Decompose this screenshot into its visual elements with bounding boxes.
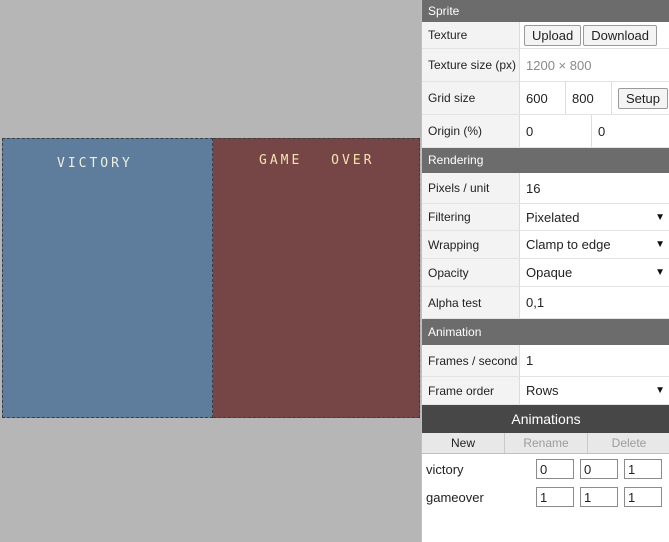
ppu-row: Pixels / unit 16: [422, 173, 669, 204]
texture-size-value: 1200 × 800: [526, 57, 592, 73]
list-item[interactable]: gameover 1 1 1: [422, 483, 669, 511]
upload-button[interactable]: Upload: [524, 24, 582, 46]
list-item[interactable]: victory 0 0 1: [422, 455, 669, 483]
dropdown-arrow-icon: ▼: [655, 267, 665, 278]
rename-animation-button[interactable]: Rename: [505, 433, 588, 453]
speed-input[interactable]: 1: [624, 487, 662, 507]
frame-order-label: Frame order: [422, 377, 520, 404]
speed-input[interactable]: 1: [624, 459, 662, 479]
new-animation-button[interactable]: New: [422, 433, 505, 453]
download-button[interactable]: Download: [583, 24, 658, 46]
opacity-select[interactable]: Opaque ▼: [520, 259, 669, 286]
start-frame-input[interactable]: 1: [536, 487, 574, 507]
animations-header: Animations: [422, 405, 669, 433]
frame-order-select[interactable]: Rows ▼: [520, 377, 669, 404]
dropdown-arrow-icon: ▼: [655, 385, 665, 396]
grid-cell-gameover[interactable]: GAME OVER: [213, 138, 420, 418]
cell-text-gameover: GAME OVER: [259, 153, 375, 168]
delete-animation-button[interactable]: Delete: [588, 433, 669, 453]
setup-button[interactable]: Setup: [618, 87, 668, 109]
origin-x-input[interactable]: 0: [520, 115, 592, 147]
wrapping-select[interactable]: Clamp to edge ▼: [520, 231, 669, 258]
animation-section-header: Animation: [422, 319, 669, 345]
filtering-select[interactable]: Pixelated ▼: [520, 204, 669, 230]
grid-size-label: Grid size: [422, 82, 520, 114]
dropdown-arrow-icon: ▼: [655, 239, 665, 250]
animation-name[interactable]: gameover: [422, 490, 536, 505]
animation-name[interactable]: victory: [422, 462, 536, 477]
animations-list: victory 0 0 1 gameover 1 1 1: [422, 454, 669, 511]
alpha-test-input[interactable]: 0,1: [520, 287, 669, 318]
opacity-row: Opacity Opaque ▼: [422, 259, 669, 287]
sprite-canvas[interactable]: VICTORY GAME OVER: [0, 0, 421, 542]
filtering-label: Filtering: [422, 204, 520, 230]
origin-row: Origin (%) 0 0: [422, 115, 669, 148]
fps-row: Frames / second 1: [422, 345, 669, 377]
frame-order-value: Rows: [526, 383, 559, 398]
origin-y-input[interactable]: 0: [592, 115, 669, 147]
filtering-value: Pixelated: [526, 209, 580, 225]
opacity-label: Opacity: [422, 259, 520, 286]
ppu-input[interactable]: 16: [520, 173, 669, 203]
sprite-sheet: VICTORY GAME OVER: [2, 138, 420, 418]
alpha-test-label: Alpha test: [422, 287, 520, 318]
settings-panel: Sprite Texture Upload Download Texture s…: [421, 0, 669, 542]
grid-width-input[interactable]: 600: [520, 82, 566, 114]
end-frame-input[interactable]: 0: [580, 459, 618, 479]
alpha-test-row: Alpha test 0,1: [422, 287, 669, 319]
texture-size-label: Texture size (px): [422, 49, 520, 81]
start-frame-input[interactable]: 0: [536, 459, 574, 479]
filtering-row: Filtering Pixelated ▼: [422, 204, 669, 231]
fps-input[interactable]: 1: [520, 345, 669, 376]
fps-label: Frames / second: [422, 345, 520, 376]
sprite-section-header: Sprite: [422, 0, 669, 22]
texture-row: Texture Upload Download: [422, 22, 669, 49]
rendering-section-header: Rendering: [422, 148, 669, 173]
wrapping-value: Clamp to edge: [526, 237, 611, 252]
grid-cell-victory[interactable]: VICTORY: [2, 138, 213, 418]
end-frame-input[interactable]: 1: [580, 487, 618, 507]
animations-toolbar: New Rename Delete: [422, 433, 669, 454]
grid-size-row: Grid size 600 800 Setup: [422, 82, 669, 115]
texture-size-row: Texture size (px) 1200 × 800: [422, 49, 669, 82]
opacity-value: Opaque: [526, 265, 573, 280]
wrapping-label: Wrapping: [422, 231, 520, 258]
origin-label: Origin (%): [422, 115, 520, 147]
frame-order-row: Frame order Rows ▼: [422, 377, 669, 405]
texture-label: Texture: [422, 22, 520, 48]
ppu-label: Pixels / unit: [422, 173, 520, 203]
grid-height-input[interactable]: 800: [566, 82, 612, 114]
cell-text-victory: VICTORY: [57, 156, 133, 171]
wrapping-row: Wrapping Clamp to edge ▼: [422, 231, 669, 259]
dropdown-arrow-icon: ▼: [655, 211, 665, 223]
